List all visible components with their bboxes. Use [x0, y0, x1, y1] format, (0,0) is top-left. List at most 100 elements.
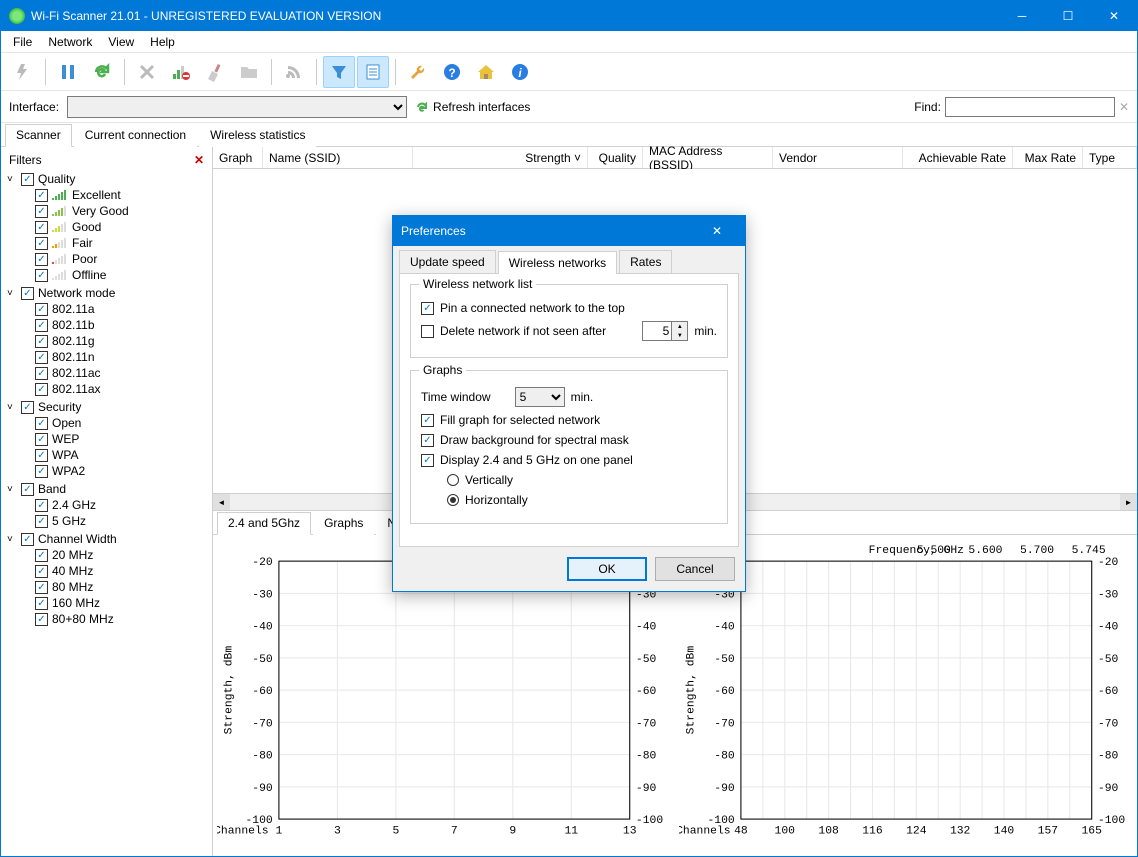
- flash-icon[interactable]: [7, 56, 39, 88]
- col-vendor[interactable]: Vendor: [773, 147, 903, 168]
- col-rate[interactable]: Achievable Rate: [903, 147, 1013, 168]
- col-maxrate[interactable]: Max Rate: [1013, 147, 1083, 168]
- fill-graph-checkbox[interactable]: [421, 414, 434, 427]
- filter-item[interactable]: 40 MHz: [5, 563, 208, 579]
- filter-group-chwidth[interactable]: Channel Width: [5, 531, 208, 547]
- filter-item[interactable]: 802.11n: [5, 349, 208, 365]
- svg-text:-90: -90: [714, 783, 735, 795]
- svg-text:-60: -60: [636, 687, 657, 699]
- notes-icon[interactable]: [357, 56, 389, 88]
- filter-item[interactable]: Very Good: [5, 203, 208, 219]
- filter-item[interactable]: 160 MHz: [5, 595, 208, 611]
- filter-item[interactable]: 20 MHz: [5, 547, 208, 563]
- pref-tab-wireless-networks[interactable]: Wireless networks: [498, 251, 617, 274]
- delete-minutes-spinner[interactable]: ▲▼: [642, 321, 688, 341]
- info-icon[interactable]: i: [504, 56, 536, 88]
- interface-select[interactable]: [67, 96, 407, 118]
- preferences-dialog: Preferences ✕ Update speed Wireless netw…: [392, 215, 746, 592]
- refresh-interfaces-button[interactable]: Refresh interfaces: [415, 100, 530, 114]
- col-graph[interactable]: Graph: [213, 147, 263, 168]
- filter-item[interactable]: Fair: [5, 235, 208, 251]
- wrench-icon[interactable]: [402, 56, 434, 88]
- filter-item[interactable]: WPA2: [5, 463, 208, 479]
- draw-bg-checkbox[interactable]: [421, 434, 434, 447]
- filter-item[interactable]: Open: [5, 415, 208, 431]
- filter-item[interactable]: 802.11ac: [5, 365, 208, 381]
- svg-text:3: 3: [334, 826, 341, 838]
- ok-button[interactable]: OK: [567, 557, 647, 581]
- filter-item[interactable]: 802.11b: [5, 317, 208, 333]
- svg-text:-40: -40: [1098, 622, 1119, 634]
- svg-text:-70: -70: [1098, 719, 1119, 731]
- window-title: Wi-Fi Scanner 21.01 - UNREGISTERED EVALU…: [31, 9, 999, 23]
- filter-item[interactable]: 2.4 GHz: [5, 497, 208, 513]
- filter-group-quality[interactable]: Quality: [5, 171, 208, 187]
- app-icon: [9, 8, 25, 24]
- filter-item[interactable]: 802.11a: [5, 301, 208, 317]
- time-window-select[interactable]: 5: [515, 387, 565, 407]
- vertical-radio[interactable]: [447, 474, 459, 486]
- menu-view[interactable]: View: [100, 33, 142, 51]
- svg-text:5.700: 5.700: [1020, 545, 1054, 557]
- filter-item[interactable]: Good: [5, 219, 208, 235]
- filter-item[interactable]: WPA: [5, 447, 208, 463]
- signal-remove-icon[interactable]: [165, 56, 197, 88]
- minimize-button[interactable]: ─: [999, 1, 1045, 31]
- filter-item[interactable]: 80 MHz: [5, 579, 208, 595]
- menu-file[interactable]: File: [5, 33, 40, 51]
- tab-wireless-statistics[interactable]: Wireless statistics: [199, 124, 316, 147]
- col-type[interactable]: Type: [1083, 147, 1137, 168]
- tab-current-connection[interactable]: Current connection: [74, 124, 197, 147]
- filter-item[interactable]: 5 GHz: [5, 513, 208, 529]
- menu-network[interactable]: Network: [40, 33, 100, 51]
- svg-text:5.600: 5.600: [968, 545, 1002, 557]
- subtab-band[interactable]: 2.4 and 5Ghz: [217, 512, 311, 535]
- filter-item[interactable]: WEP: [5, 431, 208, 447]
- filter-group-netmode[interactable]: Network mode: [5, 285, 208, 301]
- svg-text:-50: -50: [252, 654, 273, 666]
- delete-icon[interactable]: [131, 56, 163, 88]
- tab-scanner[interactable]: Scanner: [5, 124, 72, 147]
- dialog-close-icon[interactable]: ✕: [697, 224, 737, 238]
- filter-item[interactable]: 802.11g: [5, 333, 208, 349]
- pin-checkbox[interactable]: [421, 302, 434, 315]
- cancel-button[interactable]: Cancel: [655, 557, 735, 581]
- svg-text:-50: -50: [714, 654, 735, 666]
- filter-item[interactable]: Offline: [5, 267, 208, 283]
- menu-help[interactable]: Help: [142, 33, 183, 51]
- pause-icon[interactable]: [52, 56, 84, 88]
- funnel-icon[interactable]: [323, 56, 355, 88]
- svg-text:-80: -80: [714, 751, 735, 763]
- close-button[interactable]: ✕: [1091, 1, 1137, 31]
- rss-icon[interactable]: [278, 56, 310, 88]
- refresh-icon[interactable]: [86, 56, 118, 88]
- clear-find-icon[interactable]: ✕: [1119, 100, 1129, 114]
- col-name[interactable]: Name (SSID): [263, 147, 413, 168]
- filter-group-security[interactable]: Security: [5, 399, 208, 415]
- maximize-button[interactable]: ☐: [1045, 1, 1091, 31]
- col-quality[interactable]: Quality: [588, 147, 643, 168]
- col-strength[interactable]: Strength ˅: [413, 147, 588, 168]
- col-mac[interactable]: MAC Address (BSSID): [643, 147, 773, 168]
- filter-group-band[interactable]: Band: [5, 481, 208, 497]
- display-one-panel-checkbox[interactable]: [421, 454, 434, 467]
- find-input[interactable]: [945, 97, 1115, 117]
- spectrum-chart: Frequency, GHz5.5005.6005.7005.745-20-20…: [679, 539, 1133, 852]
- filter-item[interactable]: 80+80 MHz: [5, 611, 208, 627]
- filter-item[interactable]: Excellent: [5, 187, 208, 203]
- filters-close-icon[interactable]: ✕: [194, 153, 204, 167]
- horizontal-radio[interactable]: [447, 494, 459, 506]
- home-icon[interactable]: [470, 56, 502, 88]
- signal-icon: [52, 222, 66, 232]
- filter-item[interactable]: Poor: [5, 251, 208, 267]
- list-header: Graph Name (SSID) Strength ˅ Quality MAC…: [213, 147, 1137, 169]
- pref-tab-rates[interactable]: Rates: [619, 250, 672, 273]
- delete-checkbox[interactable]: [421, 325, 434, 338]
- help-icon[interactable]: ?: [436, 56, 468, 88]
- filter-item[interactable]: 802.11ax: [5, 381, 208, 397]
- subtab-graphs[interactable]: Graphs: [313, 512, 374, 535]
- svg-text:-80: -80: [1098, 751, 1119, 763]
- brush-icon[interactable]: [199, 56, 231, 88]
- pref-tab-update-speed[interactable]: Update speed: [399, 250, 496, 273]
- folder-icon[interactable]: [233, 56, 265, 88]
